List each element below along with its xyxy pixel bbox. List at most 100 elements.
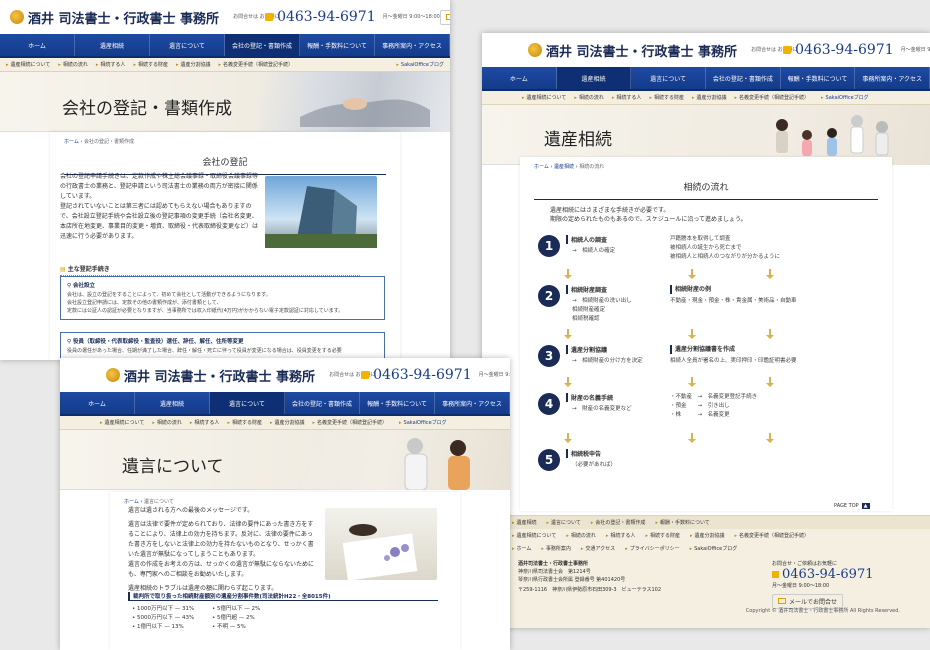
footer-link[interactable]: 遺産相続 (512, 519, 537, 526)
subnav-item[interactable]: 相続する人 (612, 94, 641, 101)
nav-fees[interactable]: 報酬・手数料について (781, 67, 856, 89)
step-title: 財産の名義手続 (566, 393, 632, 402)
section-title: 相続の流れ (534, 176, 878, 200)
step-body: 遺産分割協議 → 相続財産の分け方を決定 (566, 345, 643, 367)
nav-fees[interactable]: 報酬・手数料について (360, 392, 435, 414)
crumb-home[interactable]: ホーム (534, 164, 549, 170)
footer-links-sub: 遺産相続について 相続の流れ 相続する人 相続する財産 遺産分割協議 名義変更手続（相続登… (482, 529, 930, 542)
tel-number[interactable]: 0463-94-6971 (277, 9, 376, 25)
subnav-item[interactable]: 相続する財産 (649, 94, 684, 101)
nav-will[interactable]: 遺言について (210, 392, 285, 414)
footer-link[interactable]: 相続の流れ (566, 532, 596, 539)
main-nav: ホーム 遺産相続 遺言について 会社の登記・書類作成 報酬・手数料について 事務… (482, 67, 930, 91)
box-title: ⚲ 会社設立 (67, 281, 378, 289)
footer-link[interactable]: 相続する人 (606, 532, 635, 539)
subnav-item[interactable]: 遺産相続について (6, 61, 51, 68)
page-top-button[interactable]: PAGE TOP ▲ (834, 503, 870, 509)
paragraph: 遺産相続にはさまざまな手続きが必要です。 (550, 207, 670, 214)
crumb-mid[interactable]: 遺産相続 (554, 164, 574, 170)
header: 酒井 司法書士・行政書士 事務所 お問合せは お気軽に 0463-94-6971… (482, 33, 930, 67)
site-logo[interactable]: 酒井 司法書士・行政書士 事務所 (106, 366, 315, 385)
subnav-item[interactable]: 相続の流れ (574, 94, 604, 101)
subnav-item[interactable]: 遺産分割協議 (176, 61, 210, 68)
nav-home[interactable]: ホーム (482, 67, 557, 89)
footer-link[interactable]: 事務所案内 (541, 545, 571, 552)
footer-link[interactable]: SakaiOfficeブログ (690, 545, 737, 552)
footer-link[interactable]: 名義変更手続（相続登記手続） (735, 532, 809, 539)
mail-button[interactable]: メールでお問合せ (439, 9, 450, 25)
subnav-item[interactable]: 相続する人 (96, 61, 125, 68)
list-heading: ▤ 主な登記手続き (60, 264, 360, 276)
step-title: 相続財産調査 (566, 285, 632, 294)
step-note: ・不動産 → 名義変更登記手続き ・預金 → 引き出し ・株 → 名義変更 (670, 393, 757, 420)
site-logo[interactable]: 酒井 司法書士・行政書士 事務所 (10, 8, 219, 27)
footer-link[interactable]: 報酬・手数料について (655, 519, 710, 526)
subnav-item[interactable]: 相続の流れ (58, 61, 88, 68)
blog-link[interactable]: SakaiOfficeブログ (396, 61, 444, 68)
crumb-home[interactable]: ホーム (64, 139, 79, 145)
logo-text: 酒井 司法書士・行政書士 事務所 (28, 11, 220, 27)
nav-office[interactable]: 事務所案内・アクセス (855, 67, 930, 89)
step-note-line: 被相続人と相続人のつながりが分かるように (670, 254, 781, 260)
stat-item: • 1億円以下 — 13% (132, 622, 212, 630)
stat-value: — 2% (237, 615, 255, 621)
arrow-down-icon (564, 329, 572, 339)
footer-link[interactable]: 遺言について (547, 519, 581, 526)
subnav-item[interactable]: 相続の流れ (152, 419, 182, 426)
footer-link[interactable]: プライバシーポリシー (625, 545, 680, 552)
stat-label: • 1億円以下 (132, 624, 163, 630)
nav-home[interactable]: ホーム (60, 392, 135, 414)
subnav-item[interactable]: 遺産相続について (522, 94, 567, 101)
step-note-line: 相続人全員が署名の上、実印押印・印鑑証明書必要 (670, 358, 797, 364)
nav-will[interactable]: 遺言について (150, 34, 225, 56)
footer-link[interactable]: ホーム (512, 545, 532, 552)
will-letter-image (325, 508, 437, 581)
footer-tel[interactable]: 0463-94-6971 (772, 567, 874, 582)
subnav-item[interactable]: 遺産分割協議 (692, 94, 726, 101)
nav-inheritance[interactable]: 遺産相続 (135, 392, 210, 414)
nav-inheritance[interactable]: 遺産相続 (556, 67, 632, 89)
nav-company[interactable]: 会社の登記・書類作成 (225, 34, 300, 56)
subnav-item[interactable]: 遺産相続について (100, 419, 145, 426)
subnav-item[interactable]: 名義変更手続（相続登記手続） (219, 61, 293, 68)
nav-fees[interactable]: 報酬・手数料について (300, 34, 375, 56)
nav-will[interactable]: 遺言について (631, 67, 707, 89)
nav-home[interactable]: ホーム (0, 34, 75, 56)
step-title: 相続税申告 (566, 449, 616, 458)
nav-company[interactable]: 会社の登記・書類作成 (706, 67, 781, 89)
blog-link[interactable]: SakaiOfficeブログ (821, 94, 869, 101)
nav-office[interactable]: 事務所案内・アクセス (375, 34, 450, 56)
subnav-item[interactable]: 名義変更手続（相続登記手続） (313, 419, 387, 426)
tel-number[interactable]: 0463-94-6971 (795, 42, 894, 58)
nav-company[interactable]: 会社の登記・書類作成 (285, 392, 360, 414)
blog-link[interactable]: SakaiOfficeブログ (399, 419, 447, 426)
nav-office[interactable]: 事務所案内・アクセス (435, 392, 510, 414)
subnav-item[interactable]: 相続する財産 (133, 61, 168, 68)
handshake-icon (300, 98, 430, 127)
footer-link[interactable]: 相続する財産 (645, 532, 680, 539)
site-logo[interactable]: 酒井 司法書士・行政書士 事務所 (528, 41, 737, 60)
subnav-item[interactable]: 名義変更手続（相続登記手続） (735, 94, 809, 101)
step-note-title: 遺産分割協議書を作成 (670, 345, 797, 354)
step-number: 1 (538, 235, 560, 257)
footer: 遺産相続 遺言について 会社の登記・書類作成 報酬・手数料について 遺産相続について 相… (482, 515, 930, 628)
nav-inheritance[interactable]: 遺産相続 (75, 34, 150, 56)
main-nav: ホーム 遺産相続 遺言について 会社の登記・書類作成 報酬・手数料について 事務… (0, 34, 450, 58)
subnav-item[interactable]: 遺産分割協議 (270, 419, 304, 426)
tel-number[interactable]: 0463-94-6971 (373, 367, 472, 383)
footer-link[interactable]: 交通アクセス (581, 545, 615, 552)
office-info: 酒井司法書士・行政書士事務所 神奈川県司法書士会 第1214号 琴奈川県行政書士… (518, 560, 661, 594)
footer-link[interactable]: 会社の登記・書類作成 (591, 519, 645, 526)
arrow-down-icon (766, 269, 774, 279)
subnav-item[interactable]: 相続する人 (190, 419, 219, 426)
crumb-home[interactable]: ホーム (124, 499, 139, 505)
screenshot-company-registration: 酒井 司法書士・行政書士 事務所 お問合せは お気軽に 0463-94-6971… (0, 0, 450, 360)
page-title: 遺言について (122, 457, 224, 477)
subnav-item[interactable]: 相続する財産 (227, 419, 262, 426)
footer-link[interactable]: 遺産相続について (512, 532, 557, 539)
stat-label: • 5億円超 (212, 615, 237, 621)
footer-link[interactable]: 遺産分割協議 (690, 532, 724, 539)
arrow-down-icon (766, 433, 774, 443)
office-address: 〒259-1116 神奈川県伊勢原市石田309-3 ビューテラス102 (518, 587, 662, 593)
flow-step: 2 相続財産調査 → 相続財産の洗い出し 相続財産確定 相続税確認 相続財産の例 不動産・現… (538, 285, 797, 324)
